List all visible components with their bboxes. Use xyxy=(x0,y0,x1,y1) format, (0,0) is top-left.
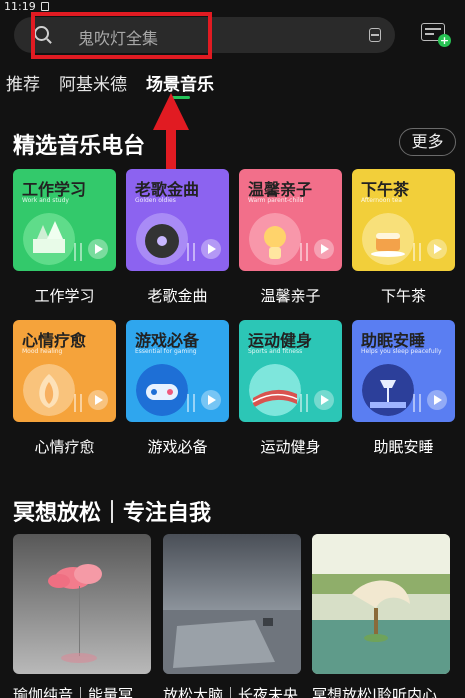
card-art-icon xyxy=(23,213,75,265)
card-sports-fitness[interactable]: 运动健身 Sports and fitness xyxy=(239,320,342,422)
record-art-icon xyxy=(136,213,188,265)
card-label: 助眠安睡 xyxy=(373,438,434,456)
wave-icon xyxy=(413,243,421,261)
wave-icon xyxy=(74,394,82,412)
card-label: 老歌金曲 xyxy=(147,287,208,305)
cloud-image xyxy=(13,534,151,674)
card-golden-oldies[interactable]: 老歌金曲 Golden oldies xyxy=(126,169,229,271)
card-sleep[interactable]: 助眠安睡 Helps you sleep peacefully xyxy=(352,320,455,422)
card-label: 心情疗愈 xyxy=(34,438,95,456)
cake-art-icon xyxy=(362,213,414,265)
wave-icon xyxy=(74,243,82,261)
card-mood-healing[interactable]: 心情疗愈 Mood healing xyxy=(13,320,116,422)
wave-icon xyxy=(187,394,195,412)
playlist-cover-relax[interactable] xyxy=(163,534,301,674)
playlist-title[interactable]: 放松大脑｜长夜未央 xyxy=(163,684,301,698)
lamp-art-icon xyxy=(362,364,414,416)
card-subtitle: Mood healing xyxy=(22,348,63,355)
wave-icon xyxy=(187,243,195,261)
card-subtitle: Golden oldies xyxy=(135,197,176,204)
card-work-study[interactable]: 工作学习 Work and study xyxy=(13,169,116,271)
section-title-radio: 精选音乐电台 xyxy=(13,134,146,159)
play-icon[interactable] xyxy=(201,239,221,259)
playlist-cover-meditation[interactable] xyxy=(312,534,450,674)
track-art-icon xyxy=(249,364,301,416)
card-subtitle: Essential for gaming xyxy=(135,348,197,355)
wave-icon xyxy=(300,243,308,261)
card-subtitle: Work and study xyxy=(22,197,69,204)
gamepad-art-icon xyxy=(136,364,188,416)
playlist-title[interactable]: 瑜伽纯音｜能量冥 xyxy=(13,684,151,698)
card-subtitle: Warm parent-child xyxy=(248,197,304,204)
playlist-cover-yoga[interactable] xyxy=(13,534,151,674)
play-icon[interactable] xyxy=(427,390,447,410)
play-icon[interactable] xyxy=(88,390,108,410)
card-label: 下午茶 xyxy=(380,287,426,305)
toy-art-icon xyxy=(249,213,301,265)
play-icon[interactable] xyxy=(314,390,334,410)
play-icon[interactable] xyxy=(201,390,221,410)
landscape-image xyxy=(312,534,450,674)
play-icon[interactable] xyxy=(427,239,447,259)
more-button[interactable]: 更多 xyxy=(399,128,456,156)
card-label: 工作学习 xyxy=(34,287,95,305)
card-subtitle: Afternoon tea xyxy=(361,197,402,204)
play-icon[interactable] xyxy=(314,239,334,259)
wave-icon xyxy=(300,394,308,412)
card-afternoon-tea[interactable]: 下午茶 Afternoon tea xyxy=(352,169,455,271)
card-subtitle: Sports and fitness xyxy=(248,348,303,355)
card-label: 游戏必备 xyxy=(147,438,208,456)
card-label: 运动健身 xyxy=(260,438,321,456)
card-gaming[interactable]: 游戏必备 Essential for gaming xyxy=(126,320,229,422)
card-warm-parent[interactable]: 温馨亲子 Warm parent-child xyxy=(239,169,342,271)
card-label: 温馨亲子 xyxy=(260,287,321,305)
wave-icon xyxy=(413,394,421,412)
card-subtitle: Helps you sleep peacefully xyxy=(361,348,442,355)
flower-art-icon xyxy=(23,364,75,416)
section-title-meditation: 冥想放松｜专注自我 xyxy=(13,501,212,526)
pool-image xyxy=(163,534,301,674)
play-icon[interactable] xyxy=(88,239,108,259)
playlist-title[interactable]: 冥想放松|聆听内心 xyxy=(312,684,454,698)
